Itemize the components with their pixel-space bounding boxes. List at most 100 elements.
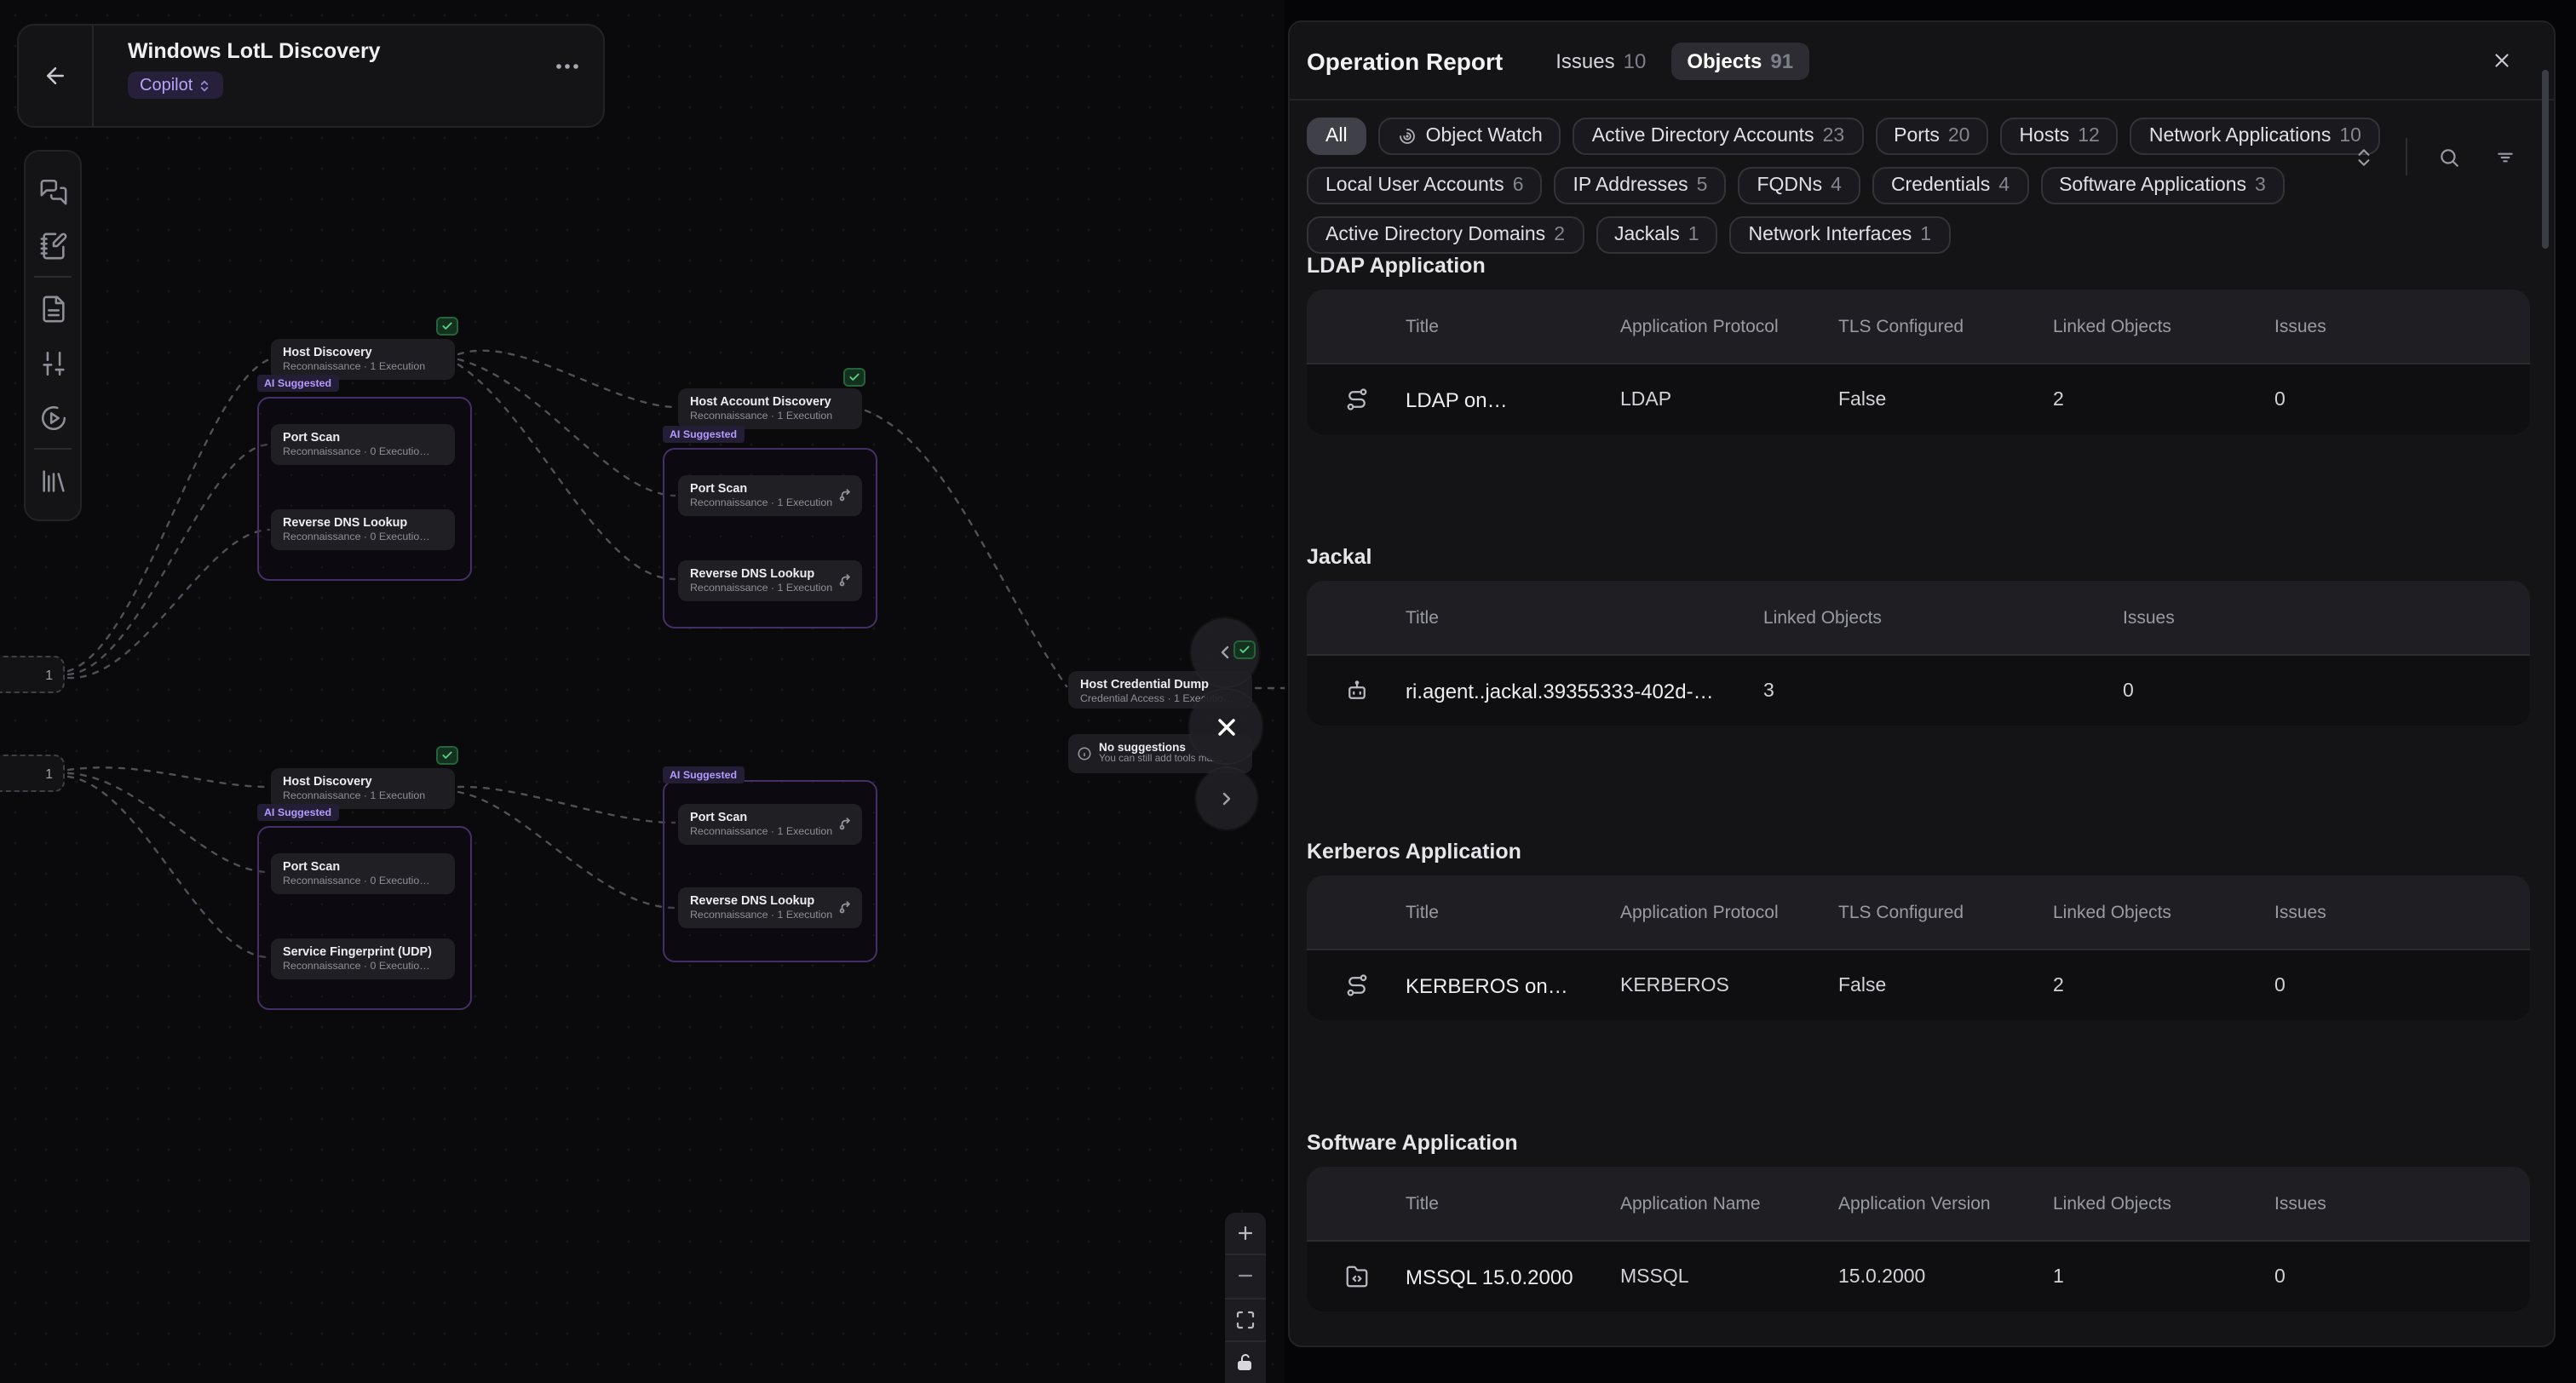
fit-view-button[interactable] [1225, 1299, 1266, 1342]
offscreen-node[interactable]: 1 [0, 755, 65, 792]
chevrons-up-down-icon [2353, 146, 2375, 168]
ai-suggested-label: AI Suggested [257, 375, 338, 392]
chip-credentials[interactable]: Credentials4 [1872, 167, 2028, 204]
object-table: Title Application Protocol TLS Configure… [1307, 290, 2530, 434]
zoom-in-button[interactable] [1225, 1213, 1266, 1256]
branch-icon [838, 487, 854, 502]
chip-count: 4 [1831, 175, 1842, 196]
search-button[interactable] [2428, 146, 2470, 168]
ai-suggested-label: AI Suggested [663, 426, 744, 443]
node-subtitle: Reconnaissance · 1 Execution [690, 825, 850, 839]
tab-label: Objects [1687, 49, 1762, 72]
graph-node-port-scan[interactable]: Port Scan Reconnaissance · 0 Executio… [271, 424, 455, 465]
node-title: Port Scan [283, 858, 443, 875]
close-icon [1212, 713, 1239, 740]
chip-count: 20 [1948, 126, 1970, 146]
cell-issues: 0 [2274, 389, 2530, 410]
graph-node-port-scan[interactable]: Port Scan Reconnaissance · 1 Execution [678, 475, 862, 516]
chip-ip-addresses[interactable]: IP Addresses5 [1555, 167, 1727, 204]
tab-objects[interactable]: Objects 91 [1671, 42, 1808, 79]
chip-hosts[interactable]: Hosts12 [2000, 118, 2118, 155]
row-title: LDAP on… [1406, 387, 1620, 411]
graph-node-host-discovery[interactable]: Host Discovery Reconnaissance · 1 Execut… [271, 339, 455, 380]
graph-node-reverse-dns[interactable]: Reverse DNS Lookup Reconnaissance · 1 Ex… [678, 887, 862, 928]
object-table: Title Linked Objects Issues ri.agent..ja… [1307, 581, 2530, 726]
chip-software-applications[interactable]: Software Applications3 [2040, 167, 2285, 204]
graph-node-port-scan[interactable]: Port Scan Reconnaissance · 0 Executio… [271, 853, 455, 894]
chip-count: 2 [1554, 225, 1565, 245]
lock-toggle-button[interactable] [1225, 1342, 1266, 1383]
arrow-left-icon [43, 63, 68, 89]
column-header: Issues [2274, 902, 2530, 922]
cell-linked-objects: 2 [2053, 389, 2274, 410]
ellipsis-icon [555, 63, 579, 70]
unlock-icon [1235, 1352, 1256, 1373]
graph-node-reverse-dns[interactable]: Reverse DNS Lookup Reconnaissance · 0 Ex… [271, 509, 455, 550]
tab-count: 91 [1770, 49, 1793, 72]
run-target-button[interactable] [24, 390, 82, 445]
node-title: Reverse DNS Lookup [690, 565, 850, 582]
column-header: Linked Objects [2053, 1193, 2274, 1214]
section-software-application: Software Application Title Application N… [1307, 1131, 2530, 1311]
zoom-out-button[interactable] [1225, 1256, 1266, 1300]
filter-button[interactable] [2484, 146, 2527, 168]
section-heading: Jackal [1307, 545, 2530, 571]
conversations-button[interactable] [24, 164, 82, 218]
dismiss-suggestions-button[interactable] [1189, 690, 1262, 763]
table-row[interactable]: MSSQL 15.0.2000 MSSQL 15.0.2000 1 0 [1307, 1240, 2530, 1311]
copilot-label: Copilot [140, 76, 193, 95]
offscreen-node[interactable]: 1 [0, 656, 65, 693]
column-header: Title [1406, 316, 1620, 336]
canvas-toolbar [24, 150, 82, 521]
tab-issues[interactable]: Issues10 [1540, 42, 1661, 79]
folder-code-icon [1307, 1264, 1406, 1289]
cell-linked-objects: 1 [2053, 1266, 2274, 1287]
chip-ports[interactable]: Ports20 [1875, 118, 1988, 155]
chip-label: Hosts [2019, 126, 2069, 146]
table-header-row: Title Application Protocol TLS Configure… [1307, 290, 2530, 363]
table-row[interactable]: ri.agent..jackal.39355333-402d-… 3 0 [1307, 654, 2530, 726]
graph-node-reverse-dns[interactable]: Reverse DNS Lookup Reconnaissance · 1 Ex… [678, 560, 862, 601]
report-document-button[interactable] [24, 281, 82, 336]
chip-jackals[interactable]: Jackals1 [1596, 216, 1718, 254]
chip-all[interactable]: All [1307, 118, 1366, 155]
success-check-icon [436, 746, 458, 765]
table-row[interactable]: KERBEROS on… KERBEROS False 2 0 [1307, 949, 2530, 1020]
section-heading: Kerberos Application [1307, 840, 2530, 865]
graph-node-host-account-discovery[interactable]: Host Account Discovery Reconnaissance · … [678, 388, 862, 429]
chip-fqdns[interactable]: FQDNs4 [1738, 167, 1860, 204]
branch-icon [838, 572, 854, 588]
node-subtitle: Reconnaissance · 0 Executio… [283, 445, 443, 459]
chip-label: All [1325, 126, 1348, 146]
node-subtitle: Reconnaissance · 0 Executio… [283, 875, 443, 888]
copilot-selector[interactable]: Copilot [128, 72, 223, 99]
chip-count: 1 [1688, 225, 1699, 245]
graph-node-service-fingerprint[interactable]: Service Fingerprint (UDP) Reconnaissance… [271, 938, 455, 979]
expand-collapse-button[interactable] [2343, 146, 2385, 168]
chip-network-interfaces[interactable]: Network Interfaces1 [1730, 216, 1951, 254]
expand-right-button[interactable] [1196, 768, 1257, 829]
back-button[interactable] [19, 26, 94, 126]
node-subtitle: Reconnaissance · 1 Execution [690, 496, 850, 510]
node-subtitle: Reconnaissance · 1 Execution [283, 789, 443, 803]
graph-node-port-scan[interactable]: Port Scan Reconnaissance · 1 Execution [678, 804, 862, 845]
chip-local-user-accounts[interactable]: Local User Accounts6 [1307, 167, 1543, 204]
node-title: Port Scan [283, 429, 443, 445]
settings-sliders-button[interactable] [24, 336, 82, 390]
chip-active-directory-domains[interactable]: Active Directory Domains2 [1307, 216, 1584, 254]
list-tools [2343, 138, 2527, 175]
panel-scrollbar[interactable] [2542, 70, 2549, 249]
more-options-button[interactable] [555, 63, 579, 70]
cell-tls-configured: False [1838, 975, 2053, 996]
library-button[interactable] [24, 453, 82, 508]
operation-report-panel: Operation Report Issues10 Objects91 All … [1288, 20, 2556, 1347]
toolbar-divider [34, 448, 72, 450]
chip-object-watch[interactable]: Object Watch [1378, 118, 1561, 155]
notebook-edit-button[interactable] [24, 218, 82, 273]
graph-node-host-discovery[interactable]: Host Discovery Reconnaissance · 1 Execut… [271, 768, 455, 809]
close-panel-button[interactable] [2491, 49, 2513, 72]
chip-active-directory-accounts[interactable]: Active Directory Accounts23 [1573, 118, 1863, 155]
plus-icon [1235, 1223, 1256, 1243]
panel-header: Operation Report Issues10 Objects91 [1290, 22, 2554, 100]
table-row[interactable]: LDAP on… LDAP False 2 0 [1307, 363, 2530, 434]
